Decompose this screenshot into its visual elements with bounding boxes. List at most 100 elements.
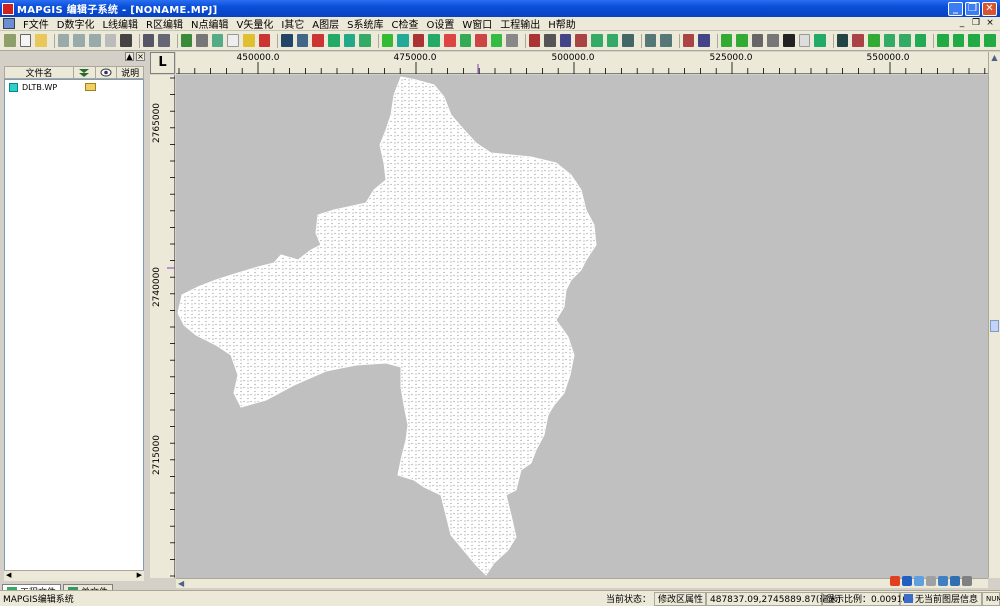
scroll-left-icon[interactable]: ◀ [178,579,184,588]
save-icon[interactable] [57,34,70,47]
cut-icon[interactable] [281,34,293,47]
paste-icon[interactable] [312,34,324,47]
document-icon[interactable] [3,18,15,29]
actual-size-icon[interactable] [751,34,764,47]
check-arc-icon[interactable] [606,34,619,47]
menu-file[interactable]: F文件 [19,16,53,31]
menu-digitize[interactable]: D数字化 [53,16,99,31]
region-combine-icon[interactable] [475,34,487,47]
region-copy-icon[interactable] [443,34,456,47]
scroll-left-icon[interactable]: ◀ [6,571,11,581]
menu-point-edit[interactable]: N点编辑 [187,16,232,31]
scroll-right-icon[interactable]: ▶ [137,571,142,581]
grid-icon[interactable] [644,34,657,47]
region-attr-icon[interactable] [490,34,503,47]
snap-icon[interactable] [660,34,672,47]
print-icon[interactable] [142,34,155,47]
column-status-icon[interactable] [74,67,96,78]
mdi-close-button[interactable]: × [984,18,996,29]
map-polygon-region[interactable] [177,76,597,576]
ime-shirt-icon[interactable] [950,576,960,586]
arrow-top-icon[interactable] [968,34,980,47]
line-param-icon[interactable] [327,34,340,47]
menu-other[interactable]: I其它 [277,16,308,31]
parameter-check-icon[interactable] [899,34,911,47]
mdi-restore-button[interactable]: ❐ [970,18,982,29]
join-line-icon[interactable] [591,34,603,47]
rotate-icon[interactable] [698,34,710,47]
refresh-icon[interactable] [783,34,795,47]
minimize-button[interactable]: _ [948,1,963,16]
save-as-icon[interactable] [73,34,85,47]
edit-check-icon[interactable] [883,34,896,47]
node-icon[interactable] [559,34,572,47]
ime-keyboard-icon[interactable] [938,576,948,586]
line-check-icon[interactable] [343,34,356,47]
arrow-up-icon[interactable] [937,34,949,47]
panel-collapse-icon[interactable]: ▲ [125,52,134,61]
column-type-icon[interactable] [96,67,118,78]
panel-horizontal-scrollbar[interactable]: ◀ ▶ [4,570,144,581]
vertical-scroll-thumb[interactable] [990,320,999,332]
arrow-bottom-icon[interactable] [983,34,996,47]
region-param-icon[interactable] [459,34,472,47]
mdi-minimize-button[interactable]: _ [956,18,968,29]
ime-punct-icon[interactable] [926,576,936,586]
file-visible-checkbox[interactable] [9,82,18,92]
region-move-icon[interactable] [428,34,440,47]
menu-vectorize[interactable]: V矢量化 [232,16,277,31]
ime-chinese-icon[interactable] [902,576,912,586]
globe-icon[interactable] [868,34,880,47]
panel-close-icon[interactable]: × [136,52,145,61]
select-icon[interactable] [836,34,849,47]
input-point-icon[interactable] [180,34,193,47]
menu-help[interactable]: H帮助 [544,16,580,31]
menu-settings[interactable]: O设置 [422,16,458,31]
full-extent-icon[interactable] [814,34,826,47]
ime-moon-icon[interactable] [914,576,924,586]
zoom-in-icon[interactable] [720,34,733,47]
file-row[interactable]: DLTB.WP [5,80,143,94]
ime-settings-icon[interactable] [962,576,972,586]
new-project-icon[interactable] [4,34,16,47]
column-filename[interactable]: 文件名 [5,67,74,79]
vertical-scrollbar[interactable]: ▲ [988,52,1000,578]
region-input-icon[interactable] [381,34,394,47]
help-pointer-icon[interactable] [120,34,132,47]
point-attr-icon[interactable] [258,34,271,47]
point-param-icon[interactable] [243,34,255,47]
menu-region-edit[interactable]: R区编辑 [142,16,187,31]
undo-icon[interactable] [104,34,117,47]
open-icon[interactable] [35,34,47,47]
edit-point-icon[interactable] [211,34,224,47]
region-delete-icon[interactable] [412,34,425,47]
region-cut-icon[interactable] [397,34,409,47]
new-file-icon[interactable] [19,34,32,47]
column-description[interactable]: 说明 [117,67,143,79]
save-all-icon[interactable] [89,34,101,47]
map-canvas[interactable] [176,75,988,578]
line-attr-icon[interactable] [359,34,371,47]
zoom-out-icon[interactable] [736,34,748,47]
ime-logo-icon[interactable] [890,576,900,586]
scroll-up-icon[interactable]: ▲ [989,52,1000,64]
ruler-corner[interactable]: L [150,52,175,74]
menu-project-output[interactable]: 工程输出 [496,16,544,31]
region-edit-icon[interactable] [506,34,518,47]
pan-hand-icon[interactable] [767,34,780,47]
scissors-icon[interactable] [544,34,556,47]
close-button[interactable]: ✕ [982,1,997,16]
point-menu-icon[interactable] [196,34,208,47]
move-map-icon[interactable] [682,34,695,47]
blank-icon[interactable] [227,34,240,47]
menu-check[interactable]: C检查 [387,16,422,31]
break-line-icon[interactable] [575,34,588,47]
pen-icon[interactable] [528,34,541,47]
menu-line-edit[interactable]: L线编辑 [98,16,142,31]
print-setup-icon[interactable] [158,34,170,47]
topology-icon[interactable] [622,34,634,47]
copy-line-icon[interactable] [296,34,309,47]
blank-icon-2[interactable] [798,34,811,47]
arrow-down-icon[interactable] [952,34,965,47]
attribute-query-icon[interactable] [852,34,865,47]
